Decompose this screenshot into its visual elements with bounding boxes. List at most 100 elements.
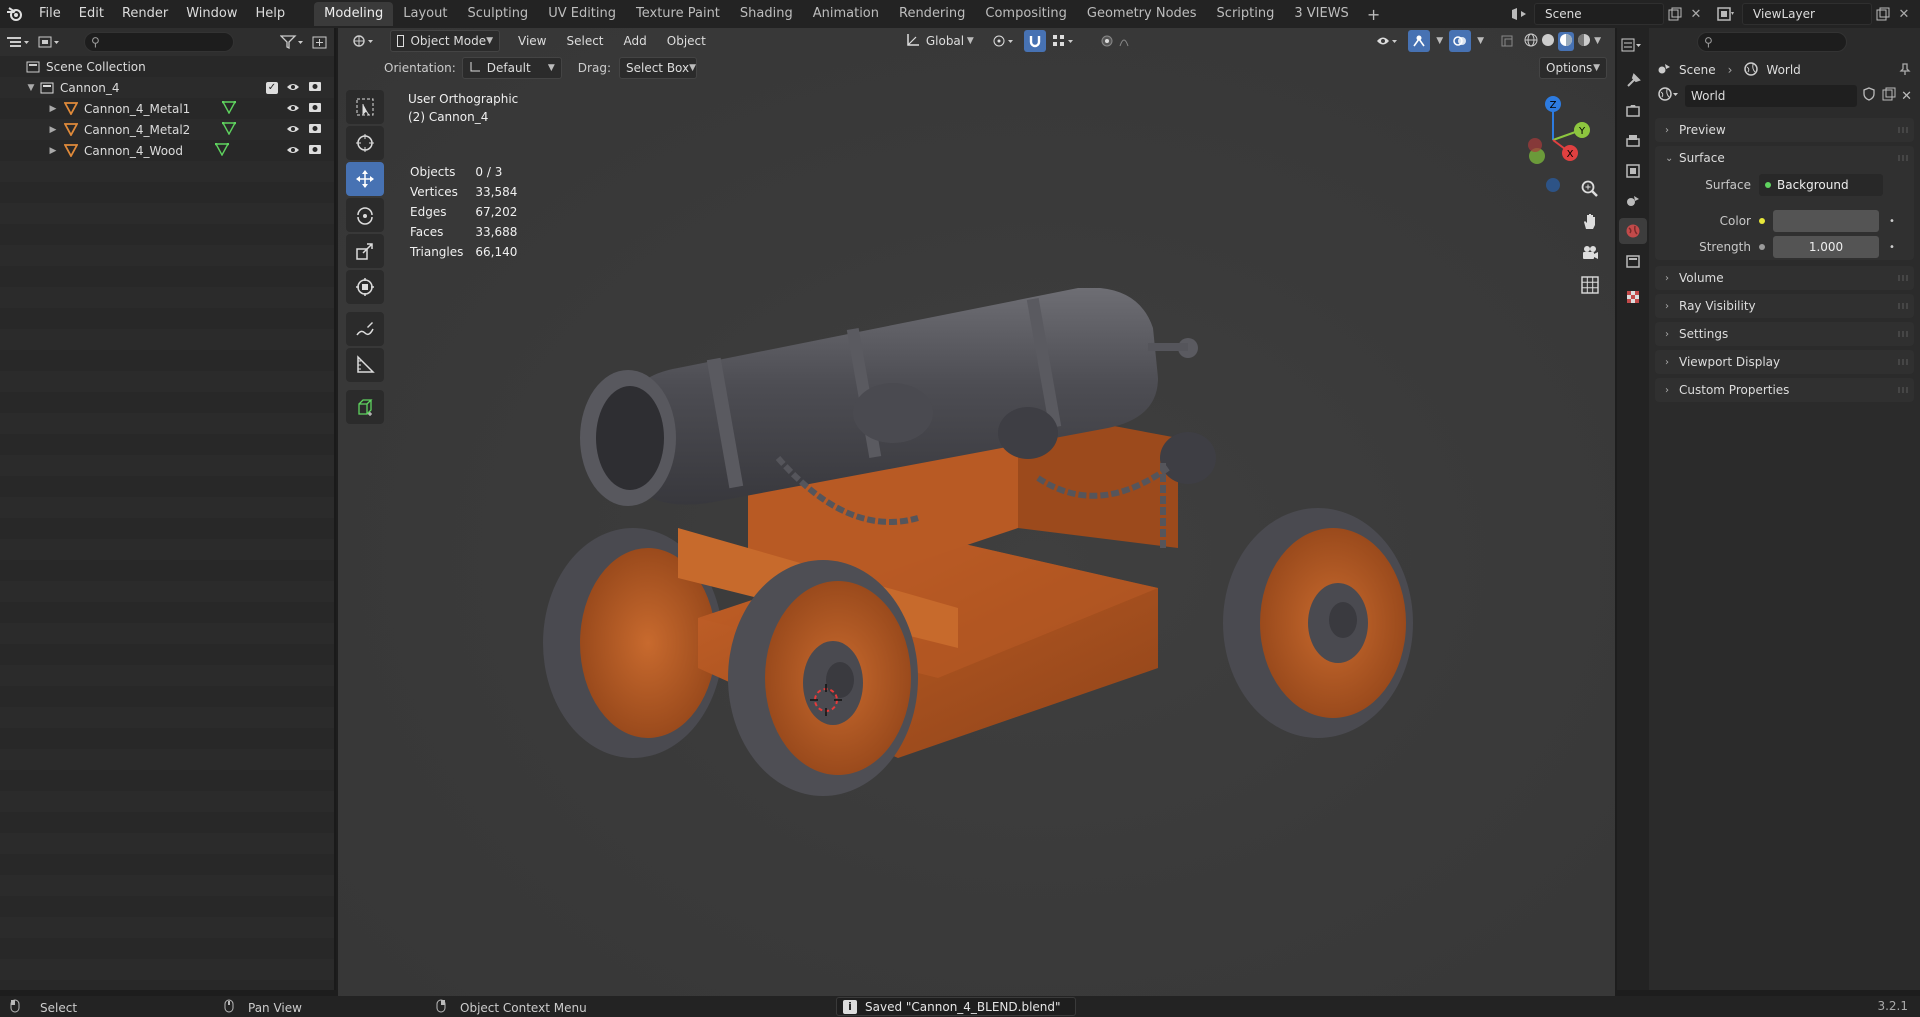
tab-3-views[interactable]: 3 VIEWS: [1284, 2, 1358, 26]
properties-search-input[interactable]: ⚲: [1697, 32, 1847, 52]
render-camera-icon[interactable]: [308, 143, 322, 158]
tab-rendering[interactable]: Rendering: [889, 2, 975, 26]
visibility-eye-icon[interactable]: [286, 123, 300, 137]
perspective-grid-icon[interactable]: [1577, 272, 1603, 298]
scale-tool[interactable]: [346, 234, 384, 268]
mesh-data-icon[interactable]: [214, 142, 230, 159]
menu-add[interactable]: Add: [618, 30, 653, 52]
world-tab-icon[interactable]: [1619, 218, 1647, 244]
tab-scripting[interactable]: Scripting: [1207, 2, 1285, 26]
delete-view-layer-icon[interactable]: ✕: [1894, 3, 1914, 25]
delete-scene-icon[interactable]: ✕: [1686, 3, 1706, 25]
cannon-model-render[interactable]: [478, 288, 1478, 848]
mesh-data-icon[interactable]: [221, 121, 237, 138]
material-preview-shading-icon[interactable]: [1558, 31, 1575, 51]
world-browse-icon[interactable]: [1657, 86, 1681, 106]
mode-dropdown[interactable]: Object Mode ▼: [390, 30, 500, 52]
new-scene-icon[interactable]: [1664, 3, 1686, 25]
orientation-dropdown[interactable]: Default ▼: [461, 57, 562, 79]
drag-dropdown[interactable]: Select Box ▼: [618, 57, 697, 79]
mesh-data-icon[interactable]: [221, 100, 237, 117]
view-layer-tab-icon[interactable]: [1619, 158, 1647, 184]
gizmo-toggle-icon[interactable]: [1408, 30, 1431, 52]
transform-tool[interactable]: [346, 270, 384, 304]
view-layer-selector-icon[interactable]: [1712, 3, 1740, 25]
tab-geometry-nodes[interactable]: Geometry Nodes: [1077, 2, 1207, 26]
camera-view-icon[interactable]: [1577, 240, 1603, 266]
menu-window[interactable]: Window: [177, 0, 246, 28]
object-label[interactable]: Cannon_4_Metal2: [84, 123, 190, 137]
3d-viewport[interactable]: Object Mode ▼ View Select Add Object Glo…: [338, 28, 1615, 996]
menu-render[interactable]: Render: [113, 0, 177, 28]
menu-help[interactable]: Help: [247, 0, 295, 28]
overlays-dropdown-icon[interactable]: ▼: [1471, 30, 1490, 52]
strength-field[interactable]: 1.000: [1773, 236, 1879, 258]
render-tab-icon[interactable]: [1619, 98, 1647, 124]
object-label[interactable]: Cannon_4_Wood: [84, 144, 183, 158]
cursor-tool[interactable]: [346, 126, 384, 160]
preview-panel-header[interactable]: › Preview: [1655, 118, 1914, 142]
outliner-search-input[interactable]: ⚲: [84, 32, 234, 52]
new-view-layer-icon[interactable]: [1872, 3, 1894, 25]
drag-grip-icon[interactable]: [1898, 387, 1908, 393]
rotate-tool[interactable]: [346, 198, 384, 232]
overlays-toggle-icon[interactable]: [1449, 30, 1472, 52]
drag-grip-icon[interactable]: [1898, 303, 1908, 309]
pivot-point-icon[interactable]: [986, 30, 1024, 52]
zoom-icon[interactable]: [1577, 176, 1603, 202]
tab-layout[interactable]: Layout: [393, 2, 457, 26]
object-row[interactable]: ▶ Cannon_4_Metal2: [0, 119, 334, 140]
tab-texture-paint[interactable]: Texture Paint: [626, 2, 730, 26]
fake-user-shield-icon[interactable]: [1861, 86, 1877, 106]
annotate-tool[interactable]: [346, 312, 384, 346]
drag-grip-icon[interactable]: [1898, 359, 1908, 365]
menu-view[interactable]: View: [512, 30, 552, 52]
surface-shader-field[interactable]: Background: [1759, 174, 1883, 196]
output-tab-icon[interactable]: [1619, 128, 1647, 154]
transform-orientation-dropdown[interactable]: Global ▼: [900, 30, 980, 52]
collection-label[interactable]: Cannon_4: [60, 81, 120, 95]
add-workspace-button[interactable]: +: [1359, 5, 1388, 24]
ray-visibility-panel-header[interactable]: › Ray Visibility: [1655, 294, 1914, 318]
viewport-display-panel-header[interactable]: › Viewport Display: [1655, 350, 1914, 374]
world-name-field[interactable]: World: [1685, 85, 1858, 107]
visibility-eye-icon[interactable]: [286, 81, 300, 95]
scene-selector-icon[interactable]: [1506, 3, 1532, 25]
collection-tab-icon[interactable]: [1619, 248, 1647, 274]
add-cube-tool[interactable]: [346, 390, 384, 424]
exclude-checkbox[interactable]: ✓: [266, 81, 278, 94]
menu-select[interactable]: Select: [560, 30, 609, 52]
pan-hand-icon[interactable]: [1577, 208, 1603, 234]
tab-animation[interactable]: Animation: [803, 2, 889, 26]
keyframe-dot-icon[interactable]: •: [1889, 216, 1895, 227]
scene-name-field[interactable]: Scene: [1534, 3, 1664, 25]
drag-grip-icon[interactable]: [1898, 127, 1908, 133]
object-row[interactable]: ▶ Cannon_4_Metal1: [0, 98, 334, 119]
drag-grip-icon[interactable]: [1898, 275, 1908, 281]
wireframe-shading-icon[interactable]: [1524, 33, 1538, 50]
menu-object[interactable]: Object: [661, 30, 712, 52]
xray-toggle-icon[interactable]: [1494, 30, 1520, 52]
visibility-selectability-icon[interactable]: [1370, 30, 1408, 52]
proportional-edit-icon[interactable]: [1094, 30, 1142, 52]
collection-row[interactable]: ▼ Cannon_4 ✓: [0, 77, 334, 98]
rendered-shading-icon[interactable]: [1577, 33, 1591, 50]
object-label[interactable]: Cannon_4_Metal1: [84, 102, 190, 116]
tab-shading[interactable]: Shading: [730, 2, 803, 26]
object-row[interactable]: ▶ Cannon_4_Wood: [0, 140, 334, 161]
duplicate-world-icon[interactable]: [1881, 86, 1897, 106]
render-camera-icon[interactable]: [308, 80, 322, 95]
color-socket-icon[interactable]: [1759, 218, 1765, 224]
value-socket-icon[interactable]: [1759, 244, 1765, 250]
menu-file[interactable]: File: [30, 0, 70, 28]
solid-shading-icon[interactable]: [1541, 33, 1555, 50]
tab-uv-editing[interactable]: UV Editing: [538, 2, 626, 26]
object-expand-icon[interactable]: ▶: [48, 146, 58, 156]
filter-icon[interactable]: [280, 32, 306, 52]
measure-tool[interactable]: [346, 348, 384, 382]
menu-edit[interactable]: Edit: [70, 0, 113, 28]
texture-tab-icon[interactable]: [1619, 284, 1647, 310]
unlink-world-icon[interactable]: ✕: [1901, 89, 1912, 104]
gizmo-dropdown-icon[interactable]: ▼: [1430, 30, 1449, 52]
pin-icon[interactable]: [1898, 62, 1912, 79]
